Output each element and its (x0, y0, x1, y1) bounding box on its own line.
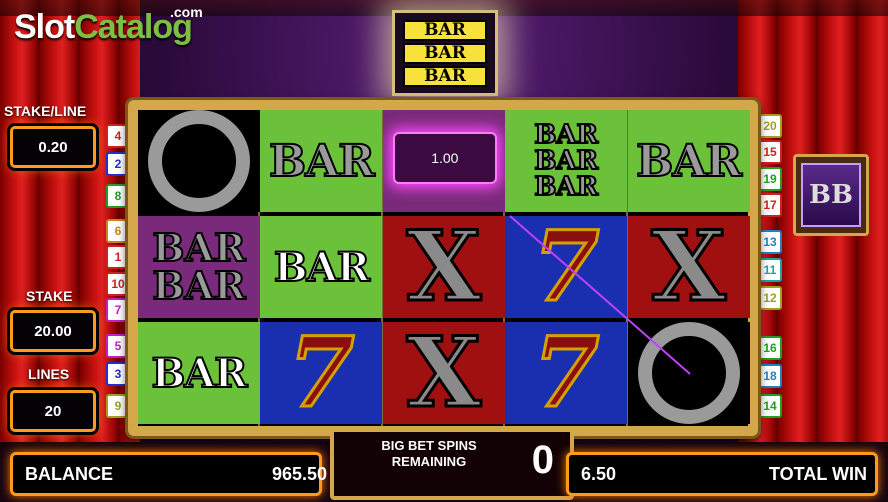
logo-suffix: .com (170, 4, 203, 20)
big-bet-spins-value: 0 (531, 438, 554, 482)
top-bar-3: BAR (403, 65, 487, 87)
payline-badge-9[interactable]: 9 (106, 394, 130, 418)
top-bar-symbol: BAR BAR BAR (392, 10, 498, 96)
payline-badge-4[interactable]: 4 (106, 124, 130, 148)
payline-badge-6[interactable]: 6 (106, 219, 130, 243)
payline-badge-2[interactable]: 2 (106, 152, 130, 176)
payline-badge-11[interactable]: 11 (758, 258, 782, 282)
top-bar-2: BAR (403, 42, 487, 64)
payline-badge-19[interactable]: 19 (758, 167, 782, 191)
payline-badge-18[interactable]: 18 (758, 364, 782, 388)
stake-label: STAKE (26, 288, 73, 304)
big-bet-button[interactable]: BB (793, 154, 869, 236)
payline-badge-17[interactable]: 17 (758, 193, 782, 217)
total-win-box: 6.50 TOTAL WIN (566, 452, 878, 496)
stake-line-label: STAKE/LINE (4, 103, 87, 119)
reel-frame: BAR BAR BAR BAR BAR 7 1.00 X X BAR BAR BAR (128, 100, 758, 436)
stake-line-value[interactable]: 0.20 (10, 126, 96, 168)
payline-badge-1[interactable]: 1 (106, 245, 130, 269)
payline-badge-8[interactable]: 8 (106, 184, 130, 208)
payline-badge-20[interactable]: 20 (758, 114, 782, 138)
payline-badge-14[interactable]: 14 (758, 394, 782, 418)
big-bet-spins-label: BIG BET SPINS REMAINING (381, 438, 477, 469)
payline-badge-16[interactable]: 16 (758, 336, 782, 360)
payline-badge-5[interactable]: 5 (106, 334, 130, 358)
total-win-value: 6.50 (581, 464, 617, 484)
win-line (509, 215, 691, 375)
payline-badge-10[interactable]: 10 (106, 272, 130, 296)
lines-value[interactable]: 20 (10, 390, 96, 432)
payline-badge-15[interactable]: 15 (758, 140, 782, 164)
balance-value: 965.50 (271, 464, 327, 484)
big-bet-spins-box: BIG BET SPINS REMAINING 0 (330, 428, 574, 500)
payline-badge-12[interactable]: 12 (758, 286, 782, 310)
bottom-bar: BALANCE 965.50 BIG BET SPINS REMAINING 0… (10, 428, 878, 500)
balance-box: BALANCE 965.50 (10, 452, 327, 496)
total-win-label: TOTAL WIN (769, 464, 867, 484)
payline-badge-7[interactable]: 7 (106, 298, 130, 322)
lines-label: LINES (28, 366, 70, 382)
win-line-overlay (509, 215, 691, 375)
big-bet-icon: BB (801, 163, 861, 227)
payline-badge-13[interactable]: 13 (758, 230, 782, 254)
stake-value[interactable]: 20.00 (10, 310, 96, 352)
payline-badge-3[interactable]: 3 (106, 362, 130, 386)
balance-label: BALANCE (25, 464, 113, 484)
top-bar-1: BAR (403, 19, 487, 41)
slotcatalog-logo: SlotCatalog .com (14, 4, 203, 47)
logo-part1: Slot (14, 8, 75, 46)
game-stage: SlotCatalog .com BAR BAR BAR STAKE/LINE … (0, 0, 888, 502)
